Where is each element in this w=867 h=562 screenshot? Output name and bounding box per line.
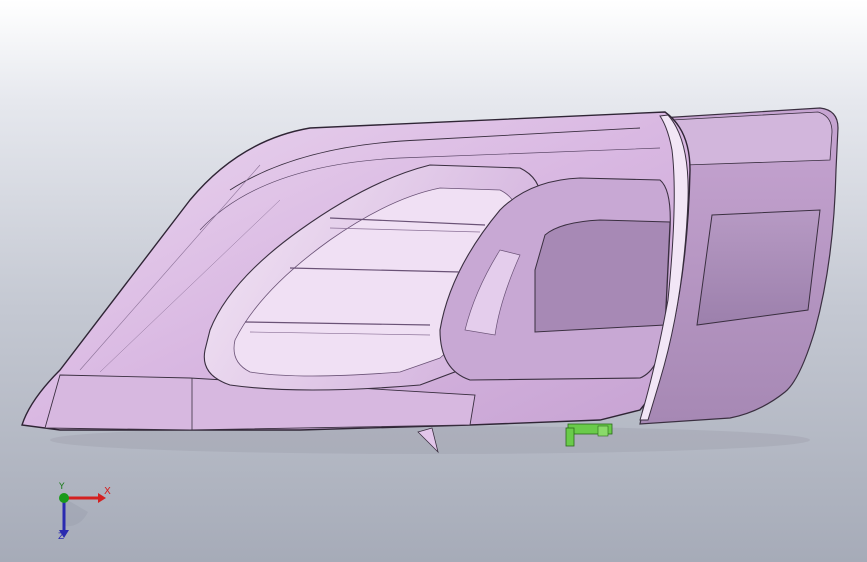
projector-lens xyxy=(534,219,671,333)
z-axis-label: Z xyxy=(58,532,65,542)
rear-housing-rim xyxy=(671,111,833,166)
axis-triad: X Y Z xyxy=(40,478,120,548)
headlamp-model[interactable] xyxy=(0,0,867,562)
y-axis-label: Y xyxy=(59,482,65,492)
x-axis-label: X xyxy=(104,486,111,497)
rear-panel xyxy=(696,209,821,326)
graphics-viewport[interactable]: X Y Z xyxy=(0,0,867,562)
